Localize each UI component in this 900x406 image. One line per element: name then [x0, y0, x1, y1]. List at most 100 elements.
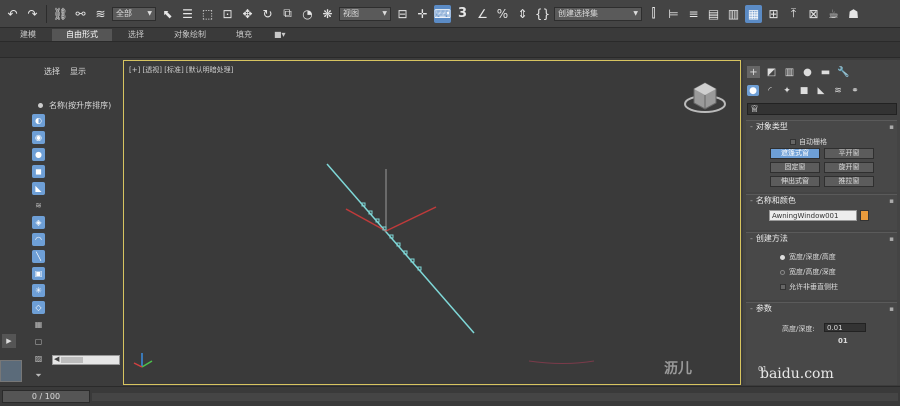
- ribbon-options-icon[interactable]: ■▾: [268, 29, 292, 41]
- filter-all-icon[interactable]: ▦: [32, 318, 45, 331]
- scene-name-column[interactable]: 名称(按升序排序): [38, 100, 111, 111]
- motion-tab-icon[interactable]: ●: [801, 66, 814, 78]
- method-wdh-radio[interactable]: 宽度/深度/高度: [780, 252, 836, 262]
- unlink-icon[interactable]: ⚯: [72, 5, 89, 23]
- pivot-center-icon[interactable]: ⊟: [394, 5, 411, 23]
- filter-lights-icon[interactable]: ●: [32, 148, 45, 161]
- geometry-category-icon[interactable]: ●: [747, 85, 759, 96]
- select-object-icon[interactable]: ⬉: [159, 5, 176, 23]
- filter-groups-icon[interactable]: ◈: [32, 216, 45, 229]
- selection-filter-dropdown[interactable]: 全部 ▼: [112, 6, 156, 21]
- modify-tab-icon[interactable]: ◩: [765, 66, 778, 78]
- casement-window-button[interactable]: 平开窗: [824, 148, 874, 159]
- display-tab-icon[interactable]: ▬: [819, 66, 832, 78]
- viewport-label[interactable]: [+] [透视] [标准] [默认明暗处理]: [129, 65, 233, 75]
- name-color-header[interactable]: - 名称和颜色 ▪: [746, 195, 897, 207]
- filter-helpers-icon[interactable]: ◣: [32, 182, 45, 195]
- awning-window-button[interactable]: 遮篷式窗: [770, 148, 820, 159]
- layer-explorer-icon[interactable]: ▥: [725, 5, 742, 23]
- curve-editor-icon[interactable]: ⊞: [765, 5, 782, 23]
- edit-named-selection-icon[interactable]: {}: [534, 5, 551, 23]
- mirror-icon[interactable]: ⫿: [645, 5, 662, 23]
- undo-icon[interactable]: ↶: [4, 5, 21, 23]
- tab-freeform[interactable]: 自由形式: [52, 28, 112, 41]
- redo-icon[interactable]: ↷: [24, 5, 41, 23]
- spacewarps-category-icon[interactable]: ≋: [832, 85, 844, 96]
- time-slider[interactable]: 0 / 100: [2, 390, 90, 403]
- toggle-layer-icon[interactable]: ≡: [685, 5, 702, 23]
- object-category-dropdown[interactable]: 窗: [747, 103, 897, 115]
- filter-bones-icon[interactable]: ╲: [32, 250, 45, 263]
- tab-object-paint[interactable]: 对象绘制: [160, 29, 220, 41]
- scroll-left-icon[interactable]: ◀: [54, 355, 59, 363]
- reference-coordinate-dropdown[interactable]: 视图 ▼: [339, 6, 391, 21]
- height-depth-spinner[interactable]: 0.01: [824, 323, 866, 332]
- systems-category-icon[interactable]: ⚭: [849, 85, 861, 96]
- lights-category-icon[interactable]: ✦: [781, 85, 793, 96]
- spinner-snap-icon[interactable]: ⇕: [514, 5, 531, 23]
- filter-geometry-icon[interactable]: ◐: [32, 114, 45, 127]
- utilities-tab-icon[interactable]: 🔧: [837, 66, 850, 78]
- object-name-field[interactable]: AwningWindow001: [769, 210, 857, 221]
- expand-side-icon[interactable]: ▶: [2, 334, 16, 348]
- filter-cameras-icon[interactable]: ◼: [32, 165, 45, 178]
- method-whd-radio[interactable]: 宽度/高度/深度: [780, 267, 836, 277]
- object-type-header[interactable]: - 对象类型 ▪: [746, 121, 897, 133]
- snap-toggle-icon[interactable]: 3: [454, 5, 471, 23]
- shapes-category-icon[interactable]: ◜: [764, 85, 776, 96]
- sliding-window-button[interactable]: 推拉窗: [824, 176, 874, 187]
- non-vertical-jambs-checkbox[interactable]: 允许非垂直侧柱: [780, 282, 838, 292]
- filter-shapes-icon[interactable]: ◉: [32, 131, 45, 144]
- scene-explorer-icon[interactable]: ▤: [705, 5, 722, 23]
- align-icon[interactable]: ⊨: [665, 5, 682, 23]
- angle-snap-icon[interactable]: ∠: [474, 5, 491, 23]
- viewcube-icon[interactable]: [684, 82, 726, 113]
- tab-select[interactable]: 选择: [44, 66, 60, 77]
- material-editor-icon[interactable]: ⊠: [805, 5, 822, 23]
- rotate-icon[interactable]: ↻: [259, 5, 276, 23]
- helpers-category-icon[interactable]: ◣: [815, 85, 827, 96]
- projected-window-button[interactable]: 伸出式窗: [770, 176, 820, 187]
- tab-selection[interactable]: 选择: [114, 29, 158, 41]
- filter-funnel-icon[interactable]: ⏷: [32, 369, 45, 382]
- cameras-category-icon[interactable]: ■: [798, 85, 810, 96]
- link-icon[interactable]: ⛓: [52, 5, 69, 23]
- render-icon[interactable]: ❋: [319, 5, 336, 23]
- autogrid-checkbox[interactable]: 自动栅格: [790, 137, 827, 147]
- fixed-window-button[interactable]: 固定窗: [770, 162, 820, 173]
- schematic-view-icon[interactable]: ⤒: [785, 5, 802, 23]
- tab-modeling[interactable]: 建模: [6, 29, 50, 41]
- scale-icon[interactable]: ⧉: [279, 5, 296, 23]
- select-by-name-icon[interactable]: ☰: [179, 5, 196, 23]
- window-object-line[interactable]: [326, 163, 475, 334]
- create-tab-icon[interactable]: +: [747, 66, 760, 78]
- named-selection-dropdown[interactable]: 创建选择集 ▼: [554, 6, 642, 21]
- creation-method-header[interactable]: - 创建方法 ▪: [746, 233, 897, 245]
- object-color-swatch[interactable]: [860, 210, 869, 221]
- filter-none-icon[interactable]: ▢: [32, 335, 45, 348]
- move-icon[interactable]: ✥: [239, 5, 256, 23]
- percent-snap-icon[interactable]: %: [494, 5, 511, 23]
- perspective-viewport[interactable]: [+] [透视] [标准] [默认明暗处理] 沥儿: [123, 60, 741, 385]
- render-frame-icon[interactable]: ☗: [845, 5, 862, 23]
- place-icon[interactable]: ◔: [299, 5, 316, 23]
- filter-spacewarps-icon[interactable]: ≋: [32, 199, 45, 212]
- filter-hidden-icon[interactable]: ◇: [32, 301, 45, 314]
- render-setup-icon[interactable]: ☕: [825, 5, 842, 23]
- scroll-thumb[interactable]: [61, 357, 83, 363]
- tab-populate[interactable]: 填充: [222, 29, 266, 41]
- hierarchy-tab-icon[interactable]: ▥: [783, 66, 796, 78]
- filter-invert-icon[interactable]: ▨: [32, 352, 45, 365]
- window-crossing-icon[interactable]: ⊡: [219, 5, 236, 23]
- rect-selection-icon[interactable]: ⬚: [199, 5, 216, 23]
- scene-horizontal-scrollbar[interactable]: ◀: [52, 355, 120, 365]
- bind-spacewarp-icon[interactable]: ≋: [92, 5, 109, 23]
- filter-xrefs-icon[interactable]: ◠: [32, 233, 45, 246]
- pivoted-window-button[interactable]: 旋开窗: [824, 162, 874, 173]
- tab-display[interactable]: 显示: [70, 66, 86, 77]
- keyboard-shortcut-override-icon[interactable]: ⌨: [434, 4, 451, 23]
- select-manipulate-icon[interactable]: ✛: [414, 5, 431, 23]
- filter-containers-icon[interactable]: ▣: [32, 267, 45, 280]
- timeline-track[interactable]: [92, 393, 898, 401]
- ribbon-toggle-icon[interactable]: ▦: [745, 4, 762, 23]
